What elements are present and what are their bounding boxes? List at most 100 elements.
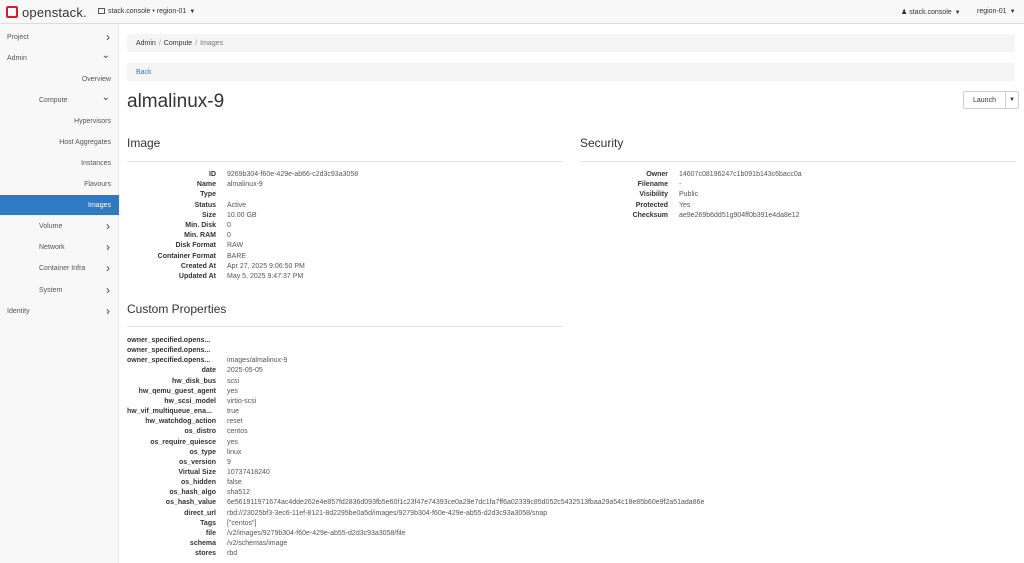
custom-property-value: ["centos"] xyxy=(227,519,257,527)
sidebar-item-network[interactable]: Network › xyxy=(0,237,119,257)
page-title: almalinux-9 xyxy=(127,91,225,112)
detail-value: - xyxy=(679,181,682,189)
custom-property-key: hw_qemu_guest_agent xyxy=(138,387,216,395)
chevron-down-icon: ⌄ xyxy=(101,92,110,103)
custom-property-row: Virtual Size 10737418240 xyxy=(127,468,1017,478)
custom-property-key: hw_vif_multiqueue_ena... xyxy=(127,408,212,416)
custom-property-row: file/v2/images/9279b304-f60e-429e-ab55-d… xyxy=(127,529,1017,539)
custom-property-key: hw_scsi_model xyxy=(164,397,216,405)
brand-name: openstack. xyxy=(22,4,87,20)
detail-value: almalinux-9 xyxy=(227,181,263,189)
sidebar-item-label: Admin xyxy=(7,54,27,62)
breadcrumb: Admin / Compute / Images xyxy=(127,34,1015,52)
custom-property-row: date 2025-05-05 xyxy=(127,366,1017,376)
sidebar-item-label: Volume xyxy=(39,222,63,230)
custom-property-key: os_type xyxy=(189,448,216,456)
detail-key: Owner xyxy=(646,171,668,178)
sidebar-item-overview[interactable]: Overview xyxy=(0,69,119,89)
back-link[interactable]: Back xyxy=(136,69,152,76)
sidebar-item-container-infra[interactable]: Container Infra › xyxy=(0,258,119,278)
detail-key: Protected xyxy=(635,201,668,209)
sidebar-item-label: Images xyxy=(88,201,111,209)
detail-row-filename: Filename - xyxy=(580,180,1010,190)
user-menu-dropdown[interactable]: ♟ stack.console ▼ xyxy=(901,8,961,16)
breadcrumb-separator: / xyxy=(158,39,161,47)
detail-value: 0 xyxy=(227,232,231,240)
detail-key: Created At xyxy=(180,262,216,270)
custom-property-value: /v2/schemas/image xyxy=(227,540,288,547)
custom-property-key: os_distro xyxy=(184,428,216,436)
chevron-right-icon: › xyxy=(106,261,110,275)
launch-actions-caret[interactable]: ▼ xyxy=(1005,91,1019,109)
custom-property-value: 6e561911971674ac4dde262e4e857fd2836d093f… xyxy=(227,499,705,507)
project-selector-label: stack.console • region-01 xyxy=(108,8,187,15)
custom-property-row: direct_url rbd://23025bf3-3ec6-11ef-8121-… xyxy=(127,509,1017,519)
detail-value: May 5, 2025 9:47:37 PM xyxy=(227,273,304,280)
chevron-right-icon: › xyxy=(106,283,110,297)
breadcrumb-compute[interactable]: Compute xyxy=(164,40,192,47)
sidebar-item-host-aggregates[interactable]: Host Aggregates xyxy=(0,132,119,152)
custom-property-key: schema xyxy=(189,540,216,547)
detail-key: Min. Disk xyxy=(185,222,216,229)
sidebar-item-images[interactable]: Images xyxy=(0,195,119,215)
custom-property-row: hw_scsi_model virtio-scsi xyxy=(127,397,1017,407)
sidebar-item-label: Instances xyxy=(81,159,111,167)
sidebar-item-flavours[interactable]: Flavours xyxy=(0,174,119,194)
breadcrumb-admin[interactable]: Admin xyxy=(136,40,156,47)
custom-property-row: os_type linux xyxy=(127,448,1017,458)
chevron-right-icon: › xyxy=(106,240,110,254)
detail-key: Size xyxy=(201,211,216,219)
detail-value: 10.00 GB xyxy=(227,211,257,219)
detail-value: Apr 27, 2025 9:06:50 PM xyxy=(227,262,305,270)
detail-row-min-ram: Min. RAM 0 xyxy=(127,231,557,241)
custom-property-value: reset xyxy=(227,418,243,426)
custom-property-value: rbd xyxy=(227,550,238,558)
custom-property-value: images/almalinux-9 xyxy=(227,357,288,365)
sidebar-item-label: Hypervisors xyxy=(74,117,111,125)
custom-property-key: os_hash_value xyxy=(165,499,216,507)
sidebar-item-volume[interactable]: Volume › xyxy=(0,216,119,236)
custom-property-row: Tags ["centos"] xyxy=(127,519,1017,529)
chevron-right-icon: › xyxy=(106,30,110,44)
caret-down-icon: ▼ xyxy=(189,9,196,15)
sidebar-item-instances[interactable]: Instances xyxy=(0,153,119,173)
custom-property-row: os_version 9 xyxy=(127,458,1017,468)
detail-row-container-format: Container Format BARE xyxy=(127,252,557,262)
detail-row-id: ID 9269b304-f60e-429e-ab66-c2d3c93a3058 xyxy=(127,170,557,180)
sidebar-item-system[interactable]: System › xyxy=(0,280,119,300)
detail-key: Min. RAM xyxy=(184,232,216,240)
user-menu-label: stack.console xyxy=(909,9,952,16)
custom-property-key: direct_url xyxy=(184,509,216,517)
sidebar-item-label: Flavours xyxy=(84,180,111,188)
detail-key: Disk Format xyxy=(175,242,216,250)
custom-property-row: os_hash_algo sha512 xyxy=(127,488,1017,498)
openstack-logo[interactable]: openstack. xyxy=(6,4,87,20)
custom-property-value: 2025-05-05 xyxy=(227,367,263,375)
sidebar-item-compute[interactable]: Compute ⌄ xyxy=(0,90,119,110)
top-navbar: openstack. stack.console • region-01 ▼ ♟ … xyxy=(0,0,1024,24)
sidebar-item-admin[interactable]: Admin ⌄ xyxy=(0,48,119,68)
detail-value: 14607c08196247c1b091b143c6bacc0a xyxy=(679,171,802,178)
detail-row-created-at: Created At Apr 27, 2025 9:06:50 PM xyxy=(127,262,557,272)
project-selector-dropdown[interactable]: stack.console • region-01 ▼ xyxy=(98,8,195,15)
sidebar-item-label: Identity xyxy=(7,307,30,315)
launch-button[interactable]: Launch xyxy=(963,91,1006,109)
detail-key: Status xyxy=(194,201,216,209)
custom-property-value: false xyxy=(227,479,242,487)
detail-row-type: Type xyxy=(127,190,557,200)
chevron-right-icon: › xyxy=(106,219,110,233)
region-menu-dropdown[interactable]: region-01 ▼ xyxy=(977,8,1016,15)
sidebar-item-project[interactable]: Project › xyxy=(0,27,119,47)
detail-value: RAW xyxy=(227,242,244,250)
custom-property-value: yes xyxy=(227,438,238,446)
custom-property-row: stores rbd xyxy=(127,549,1017,559)
custom-property-value: /v2/images/9279b304-f60e-429e-ab55-d2d3c… xyxy=(227,529,406,537)
detail-key: Visibility xyxy=(639,191,668,199)
sidebar-item-identity[interactable]: Identity › xyxy=(0,301,119,321)
detail-value: Active xyxy=(227,201,247,209)
detail-value: Public xyxy=(679,191,699,199)
detail-key: Name xyxy=(196,181,216,189)
breadcrumb-images: Images xyxy=(200,39,224,47)
custom-property-value: sha512 xyxy=(227,489,250,497)
sidebar-item-hypervisors[interactable]: Hypervisors xyxy=(0,111,119,131)
